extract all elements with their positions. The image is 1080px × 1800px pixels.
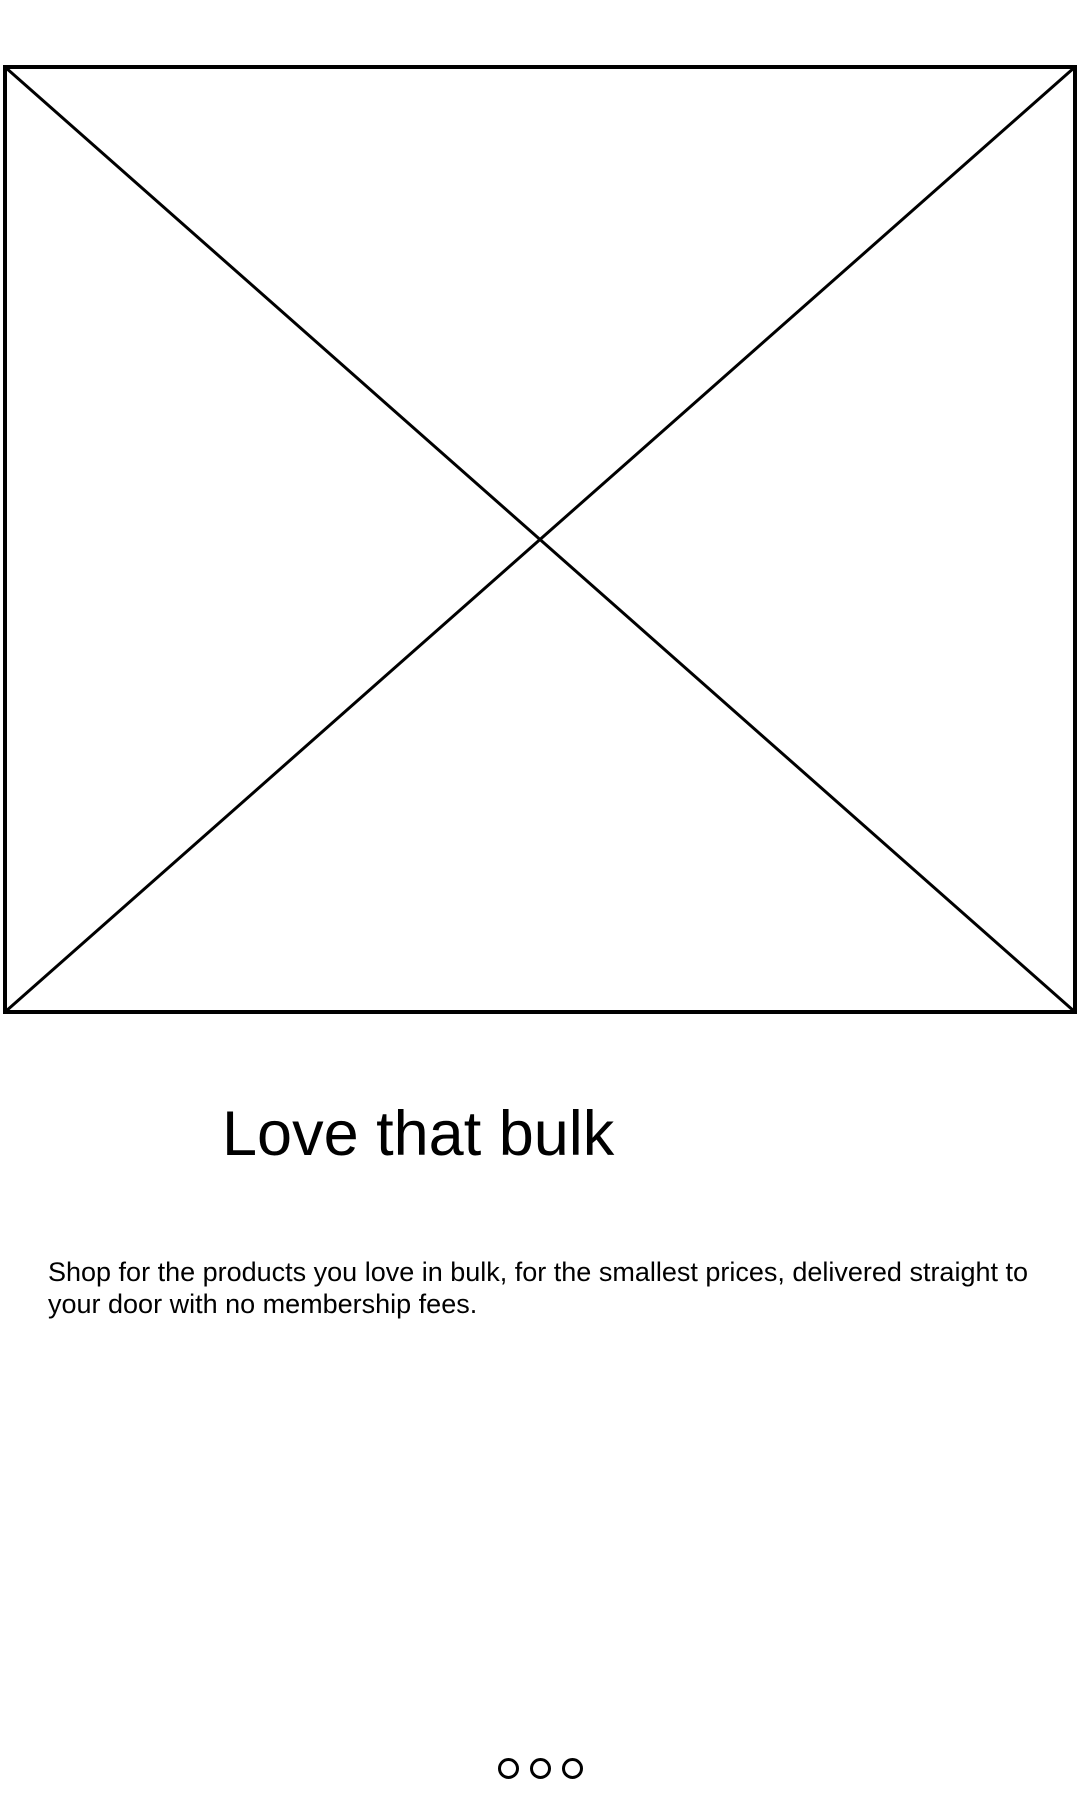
page-dot-3[interactable] xyxy=(561,1758,583,1779)
image-placeholder xyxy=(3,65,1077,1014)
image-placeholder-graphic xyxy=(3,65,1077,1014)
page-dot-2[interactable] xyxy=(529,1758,551,1779)
page-dot-1[interactable] xyxy=(497,1758,519,1779)
onboarding-description: Shop for the products you love in bulk, … xyxy=(48,1257,1029,1319)
onboarding-title: Love that bulk xyxy=(222,1099,615,1169)
page-indicator xyxy=(0,1758,1080,1786)
